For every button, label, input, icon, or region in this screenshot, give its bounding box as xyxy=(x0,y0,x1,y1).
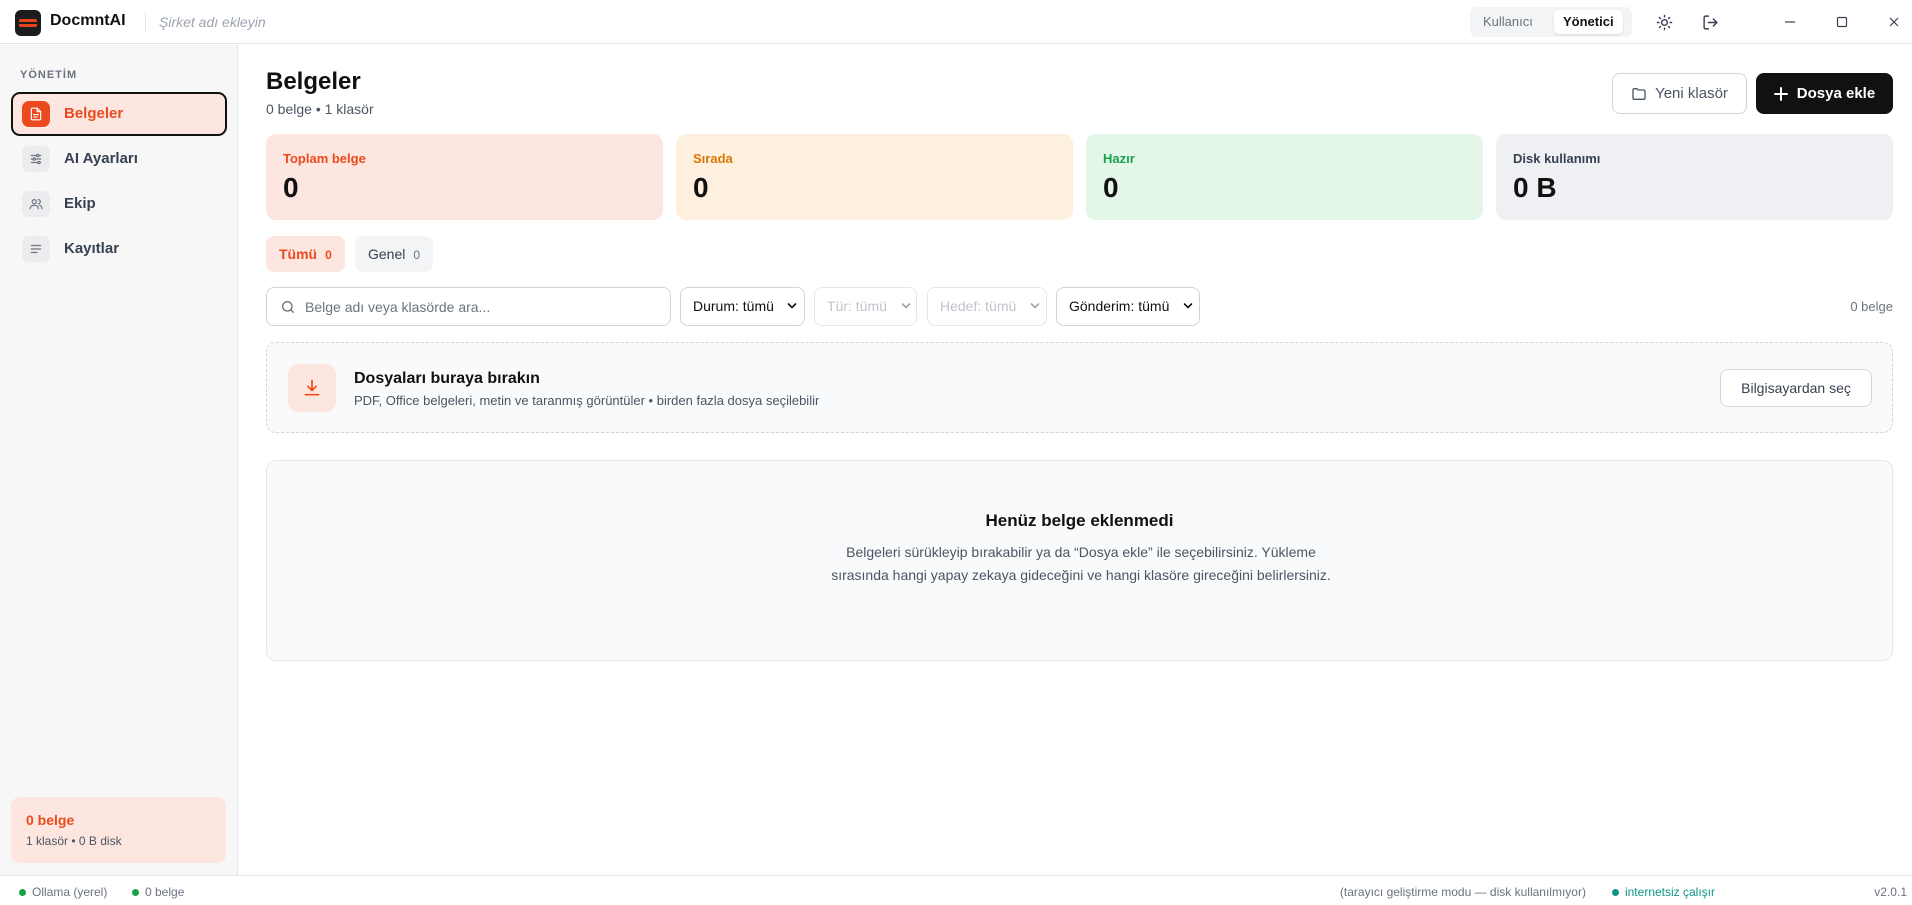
sidebar-summary-card: 0 belge 1 klasör • 0 B disk xyxy=(11,797,226,863)
status-dev-note: (tarayıcı geliştirme modu — disk kullanı… xyxy=(1340,885,1715,899)
sliders-icon xyxy=(22,146,50,172)
tab-count: 0 xyxy=(413,248,421,262)
drop-zone-description: PDF, Office belgeleri, metin ve taranmış… xyxy=(354,393,820,408)
search-box xyxy=(266,287,671,326)
new-folder-button[interactable]: Yeni klasör xyxy=(1612,73,1747,114)
sidebar-item-logs[interactable]: Kayıtlar xyxy=(11,227,227,271)
empty-state-panel: Henüz belge eklenmedi Belgeleri sürükley… xyxy=(266,460,1893,661)
close-window-button[interactable] xyxy=(1884,12,1904,32)
sun-icon xyxy=(1656,14,1672,30)
stat-label: Sırada xyxy=(693,151,733,166)
close-icon xyxy=(1889,17,1899,27)
app-logo xyxy=(15,10,41,36)
status-engine: Ollama (yerel) xyxy=(19,885,107,899)
sidebar-item-label: Kayıtlar xyxy=(64,240,120,257)
stat-card-queued: Sırada 0 xyxy=(676,134,1073,220)
sidebar-item-label: AI Ayarları xyxy=(64,150,138,167)
mode-user-button[interactable]: Kullanıcı xyxy=(1474,10,1542,34)
status-filter-select[interactable]: Durum: tümü xyxy=(680,287,805,326)
empty-state-description: Belgeleri sürükleyip bırakabilir ya da “… xyxy=(831,544,1331,583)
summary-detail: 1 klasör • 0 B disk xyxy=(26,834,122,848)
search-input[interactable] xyxy=(305,296,655,318)
sidebar-item-team[interactable]: Ekip xyxy=(11,182,227,226)
status-offline-label: internetsiz çalışır xyxy=(1624,885,1715,899)
target-filter-select[interactable]: Hedef: tümü xyxy=(927,287,1047,326)
list-icon xyxy=(22,236,50,262)
document-icon xyxy=(22,101,50,127)
add-file-label: Dosya ekle xyxy=(1796,85,1876,102)
plus-icon xyxy=(1773,86,1788,101)
sidebar-item-ai-settings[interactable]: AI Ayarları xyxy=(11,137,227,181)
users-icon xyxy=(22,191,50,217)
stat-value: 0 B xyxy=(1513,172,1557,203)
stat-label: Hazır xyxy=(1103,151,1135,166)
maximize-icon xyxy=(1836,16,1848,28)
empty-state-title: Henüz belge eklenmedi xyxy=(985,511,1174,530)
stat-card-disk: Disk kullanımı 0 B xyxy=(1496,134,1893,220)
browse-computer-button[interactable]: Bilgisayardan seç xyxy=(1720,369,1872,407)
status-dev-note-label: (tarayıcı geliştirme modu — disk kullanı… xyxy=(1339,885,1586,899)
sidebar-item-documents[interactable]: Belgeler xyxy=(11,92,227,136)
status-dot-icon xyxy=(132,888,139,896)
type-filter-select[interactable]: Tür: tümü xyxy=(814,287,917,326)
stat-card-total: Toplam belge 0 xyxy=(266,134,663,220)
document-count: 0 belge xyxy=(1850,299,1893,314)
stat-label: Toplam belge xyxy=(283,151,366,166)
status-version: v2.0.1 xyxy=(1874,885,1907,899)
sidebar: YÖNETİM Belgeler AI Ayarları Ekip Kayıtl… xyxy=(0,45,238,875)
tab-all[interactable]: Tümü 0 xyxy=(266,236,345,272)
company-name-field[interactable]: Şirket adı ekleyin xyxy=(159,14,266,30)
mode-admin-button[interactable]: Yönetici xyxy=(1554,10,1623,34)
search-icon xyxy=(280,299,296,318)
sidebar-item-label: Belgeler xyxy=(64,105,124,122)
new-folder-label: Yeni klasör xyxy=(1655,85,1728,102)
summary-title: 0 belge xyxy=(26,812,75,828)
download-icon xyxy=(288,364,336,412)
stat-value: 0 xyxy=(693,172,709,203)
title-divider xyxy=(145,12,146,32)
minimize-window-button[interactable] xyxy=(1780,12,1800,32)
add-file-button[interactable]: Dosya ekle xyxy=(1756,73,1893,114)
tab-general[interactable]: Genel 0 xyxy=(355,236,434,272)
stat-label: Disk kullanımı xyxy=(1513,151,1601,166)
drop-zone-title: Dosyaları buraya bırakın xyxy=(354,370,540,387)
status-dot-icon xyxy=(1611,888,1619,896)
status-docs-label: 0 belge xyxy=(145,885,185,899)
status-bar: Ollama (yerel) 0 belge (tarayıcı gelişti… xyxy=(0,875,1912,905)
status-dot-icon xyxy=(19,888,26,896)
theme-toggle-button[interactable] xyxy=(1654,12,1674,32)
mode-toggle: Kullanıcı Yönetici xyxy=(1470,7,1632,37)
status-engine-label: Ollama (yerel) xyxy=(32,885,108,899)
folder-icon xyxy=(1632,87,1646,100)
maximize-window-button[interactable] xyxy=(1832,12,1852,32)
tab-label: Genel xyxy=(368,246,406,262)
stat-value: 0 xyxy=(283,172,299,203)
minimize-icon xyxy=(1785,21,1795,23)
sidebar-item-label: Ekip xyxy=(64,195,96,212)
file-drop-zone[interactable]: Dosyaları buraya bırakın PDF, Office bel… xyxy=(266,342,1893,433)
page-subtitle: 0 belge • 1 klasör xyxy=(266,101,374,117)
logout-icon xyxy=(1702,14,1718,30)
title-bar: DocmntAI Şirket adı ekleyin Kullanıcı Yö… xyxy=(0,0,1912,44)
page-title: Belgeler xyxy=(266,68,361,95)
stat-value: 0 xyxy=(1103,172,1119,203)
stat-card-ready: Hazır 0 xyxy=(1086,134,1483,220)
status-docs: 0 belge xyxy=(132,885,184,899)
sending-filter-select[interactable]: Gönderim: tümü xyxy=(1056,287,1200,326)
tab-label: Tümü xyxy=(279,246,318,262)
tab-count: 0 xyxy=(325,248,332,262)
sidebar-section-title: YÖNETİM xyxy=(20,69,78,81)
app-name: DocmntAI xyxy=(50,12,126,29)
logout-button[interactable] xyxy=(1700,12,1720,32)
